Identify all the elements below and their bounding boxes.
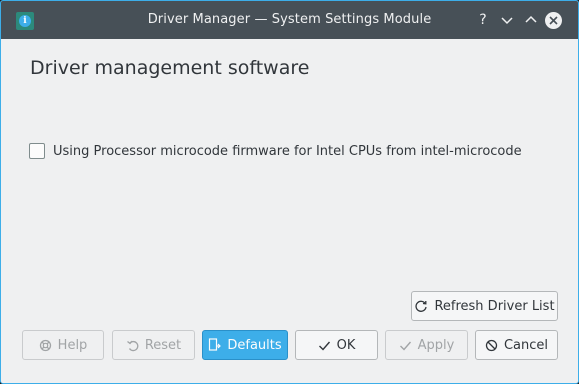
ok-button-label: OK <box>336 337 356 353</box>
defaults-button[interactable]: Defaults <box>202 330 288 360</box>
minimize-button[interactable] <box>499 12 515 28</box>
maximize-button[interactable] <box>523 12 539 28</box>
refresh-icon <box>414 299 428 313</box>
undo-icon <box>126 339 139 352</box>
titlebar[interactable]: i Driver Manager — System Settings Modul… <box>1 1 578 39</box>
chevron-down-icon <box>501 17 513 25</box>
reset-button[interactable]: Reset <box>112 330 195 360</box>
checkmark-icon <box>399 339 412 352</box>
ok-button[interactable]: OK <box>295 330 378 360</box>
defaults-document-icon <box>208 338 222 352</box>
checkmark-icon <box>318 339 331 352</box>
reset-button-label: Reset <box>144 337 182 353</box>
driver-manager-window: i Driver Manager — System Settings Modul… <box>0 0 579 384</box>
driver-option-label[interactable]: Using Processor microcode firmware for I… <box>53 144 522 159</box>
cancel-button[interactable]: Cancel <box>475 330 558 360</box>
close-icon <box>549 16 558 25</box>
apply-button[interactable]: Apply <box>385 330 468 360</box>
help-lifebuoy-icon <box>39 339 52 352</box>
refresh-button-label: Refresh Driver List <box>434 298 555 314</box>
question-mark-icon: ? <box>479 12 487 28</box>
driver-checkbox[interactable] <box>29 143 45 159</box>
driver-option-row[interactable]: Using Processor microcode firmware for I… <box>29 142 522 160</box>
close-button[interactable] <box>545 12 562 29</box>
cancel-circle-icon <box>485 339 498 352</box>
apply-button-label: Apply <box>417 337 455 353</box>
context-help-button[interactable]: ? <box>475 12 491 28</box>
refresh-driver-list-button[interactable]: Refresh Driver List <box>411 291 558 321</box>
defaults-button-label: Defaults <box>227 337 282 353</box>
page-title: Driver management software <box>30 57 310 79</box>
help-button[interactable]: Help <box>22 330 104 360</box>
help-button-label: Help <box>57 337 88 353</box>
chevron-up-icon <box>525 15 537 23</box>
window-title: Driver Manager — System Settings Module <box>147 12 432 27</box>
cancel-button-label: Cancel <box>503 337 549 353</box>
